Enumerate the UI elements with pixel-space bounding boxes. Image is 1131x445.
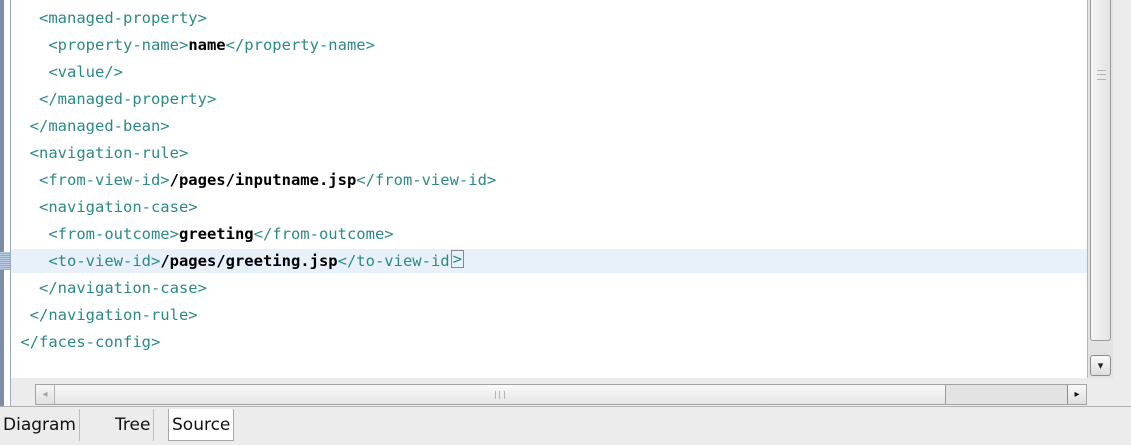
editor-tab-bar: Diagram Tree Source	[0, 406, 1131, 445]
chevron-left-icon: ◂	[42, 389, 48, 400]
xml-tag: <to-view-id>	[11, 252, 161, 270]
grip-icon	[495, 391, 505, 399]
xml-tag: <navigation-rule>	[11, 144, 189, 162]
xml-text-value: name	[188, 36, 226, 54]
xml-editor-window: <managed-property> <property-name>name</…	[0, 0, 1131, 445]
xml-text-value: /pages/greeting.jsp	[160, 252, 338, 270]
code-line[interactable]: <navigation-rule>	[11, 141, 1087, 165]
xml-tag: </managed-bean>	[11, 117, 170, 135]
editor-gutter	[0, 0, 11, 406]
grip-icon	[1097, 70, 1106, 80]
vertical-scroll-thumb[interactable]	[1090, 0, 1111, 341]
xml-tag: <property-name>	[11, 36, 189, 54]
xml-text-value: /pages/inputname.jsp	[169, 171, 357, 189]
xml-tag: <from-view-id>	[11, 171, 170, 189]
source-editor[interactable]: <managed-property> <property-name>name</…	[11, 0, 1087, 378]
xml-tag: <value/>	[11, 63, 123, 81]
xml-tag: </faces-config>	[11, 333, 161, 351]
code-line[interactable]: <navigation-case>	[11, 195, 1087, 219]
tab-tree[interactable]: Tree	[112, 409, 155, 441]
chevron-down-icon: ▾	[1097, 359, 1104, 372]
scroll-down-button[interactable]: ▾	[1090, 355, 1111, 376]
tab-source[interactable]: Source	[168, 409, 235, 441]
code-line[interactable]: </navigation-rule>	[11, 303, 1087, 327]
code-line[interactable]: </managed-property>	[11, 87, 1087, 111]
code-line[interactable]: <property-name>name</property-name>	[11, 33, 1087, 57]
vertical-scrollbar[interactable]: ▾	[1087, 0, 1113, 378]
xml-tag: <navigation-case>	[11, 198, 198, 216]
horizontal-scrollbar[interactable]: ◂ ▸	[35, 384, 1087, 405]
xml-tag: <from-outcome>	[11, 225, 179, 243]
code-line[interactable]: <to-view-id>/pages/greeting.jsp</to-view…	[11, 249, 1087, 273]
xml-tag: </from-view-id>	[356, 171, 497, 189]
code-line[interactable]: </managed-bean>	[11, 114, 1087, 138]
code-line[interactable]: <managed-property>	[11, 6, 1087, 30]
chevron-right-icon: ▸	[1074, 389, 1080, 400]
xml-tag: </from-outcome>	[253, 225, 394, 243]
code-line[interactable]: <from-view-id>/pages/inputname.jsp</from…	[11, 168, 1087, 192]
xml-tag: </to-view-id	[337, 252, 450, 270]
xml-tag: </managed-property>	[11, 90, 217, 108]
xml-tag: </property-name>	[225, 36, 375, 54]
xml-tag: </navigation-rule>	[11, 306, 198, 324]
scroll-left-button[interactable]: ◂	[36, 385, 55, 404]
code-line[interactable]: </faces-config>	[11, 330, 1087, 354]
code-line[interactable]: <value/>	[11, 60, 1087, 84]
xml-tag: <managed-property>	[11, 9, 207, 27]
scroll-right-button[interactable]: ▸	[1067, 385, 1086, 404]
horizontal-scroll-thumb[interactable]	[55, 385, 946, 404]
gutter-strip	[0, 0, 4, 406]
xml-text-value: greeting	[178, 225, 254, 243]
code-line[interactable]: </navigation-case>	[11, 276, 1087, 300]
xml-tag: </navigation-case>	[11, 279, 207, 297]
bracket-match-highlight: >	[450, 250, 464, 268]
tab-diagram[interactable]: Diagram	[0, 409, 80, 441]
code-line[interactable]: <from-outcome>greeting</from-outcome>	[11, 222, 1087, 246]
current-line-marker	[0, 252, 10, 270]
